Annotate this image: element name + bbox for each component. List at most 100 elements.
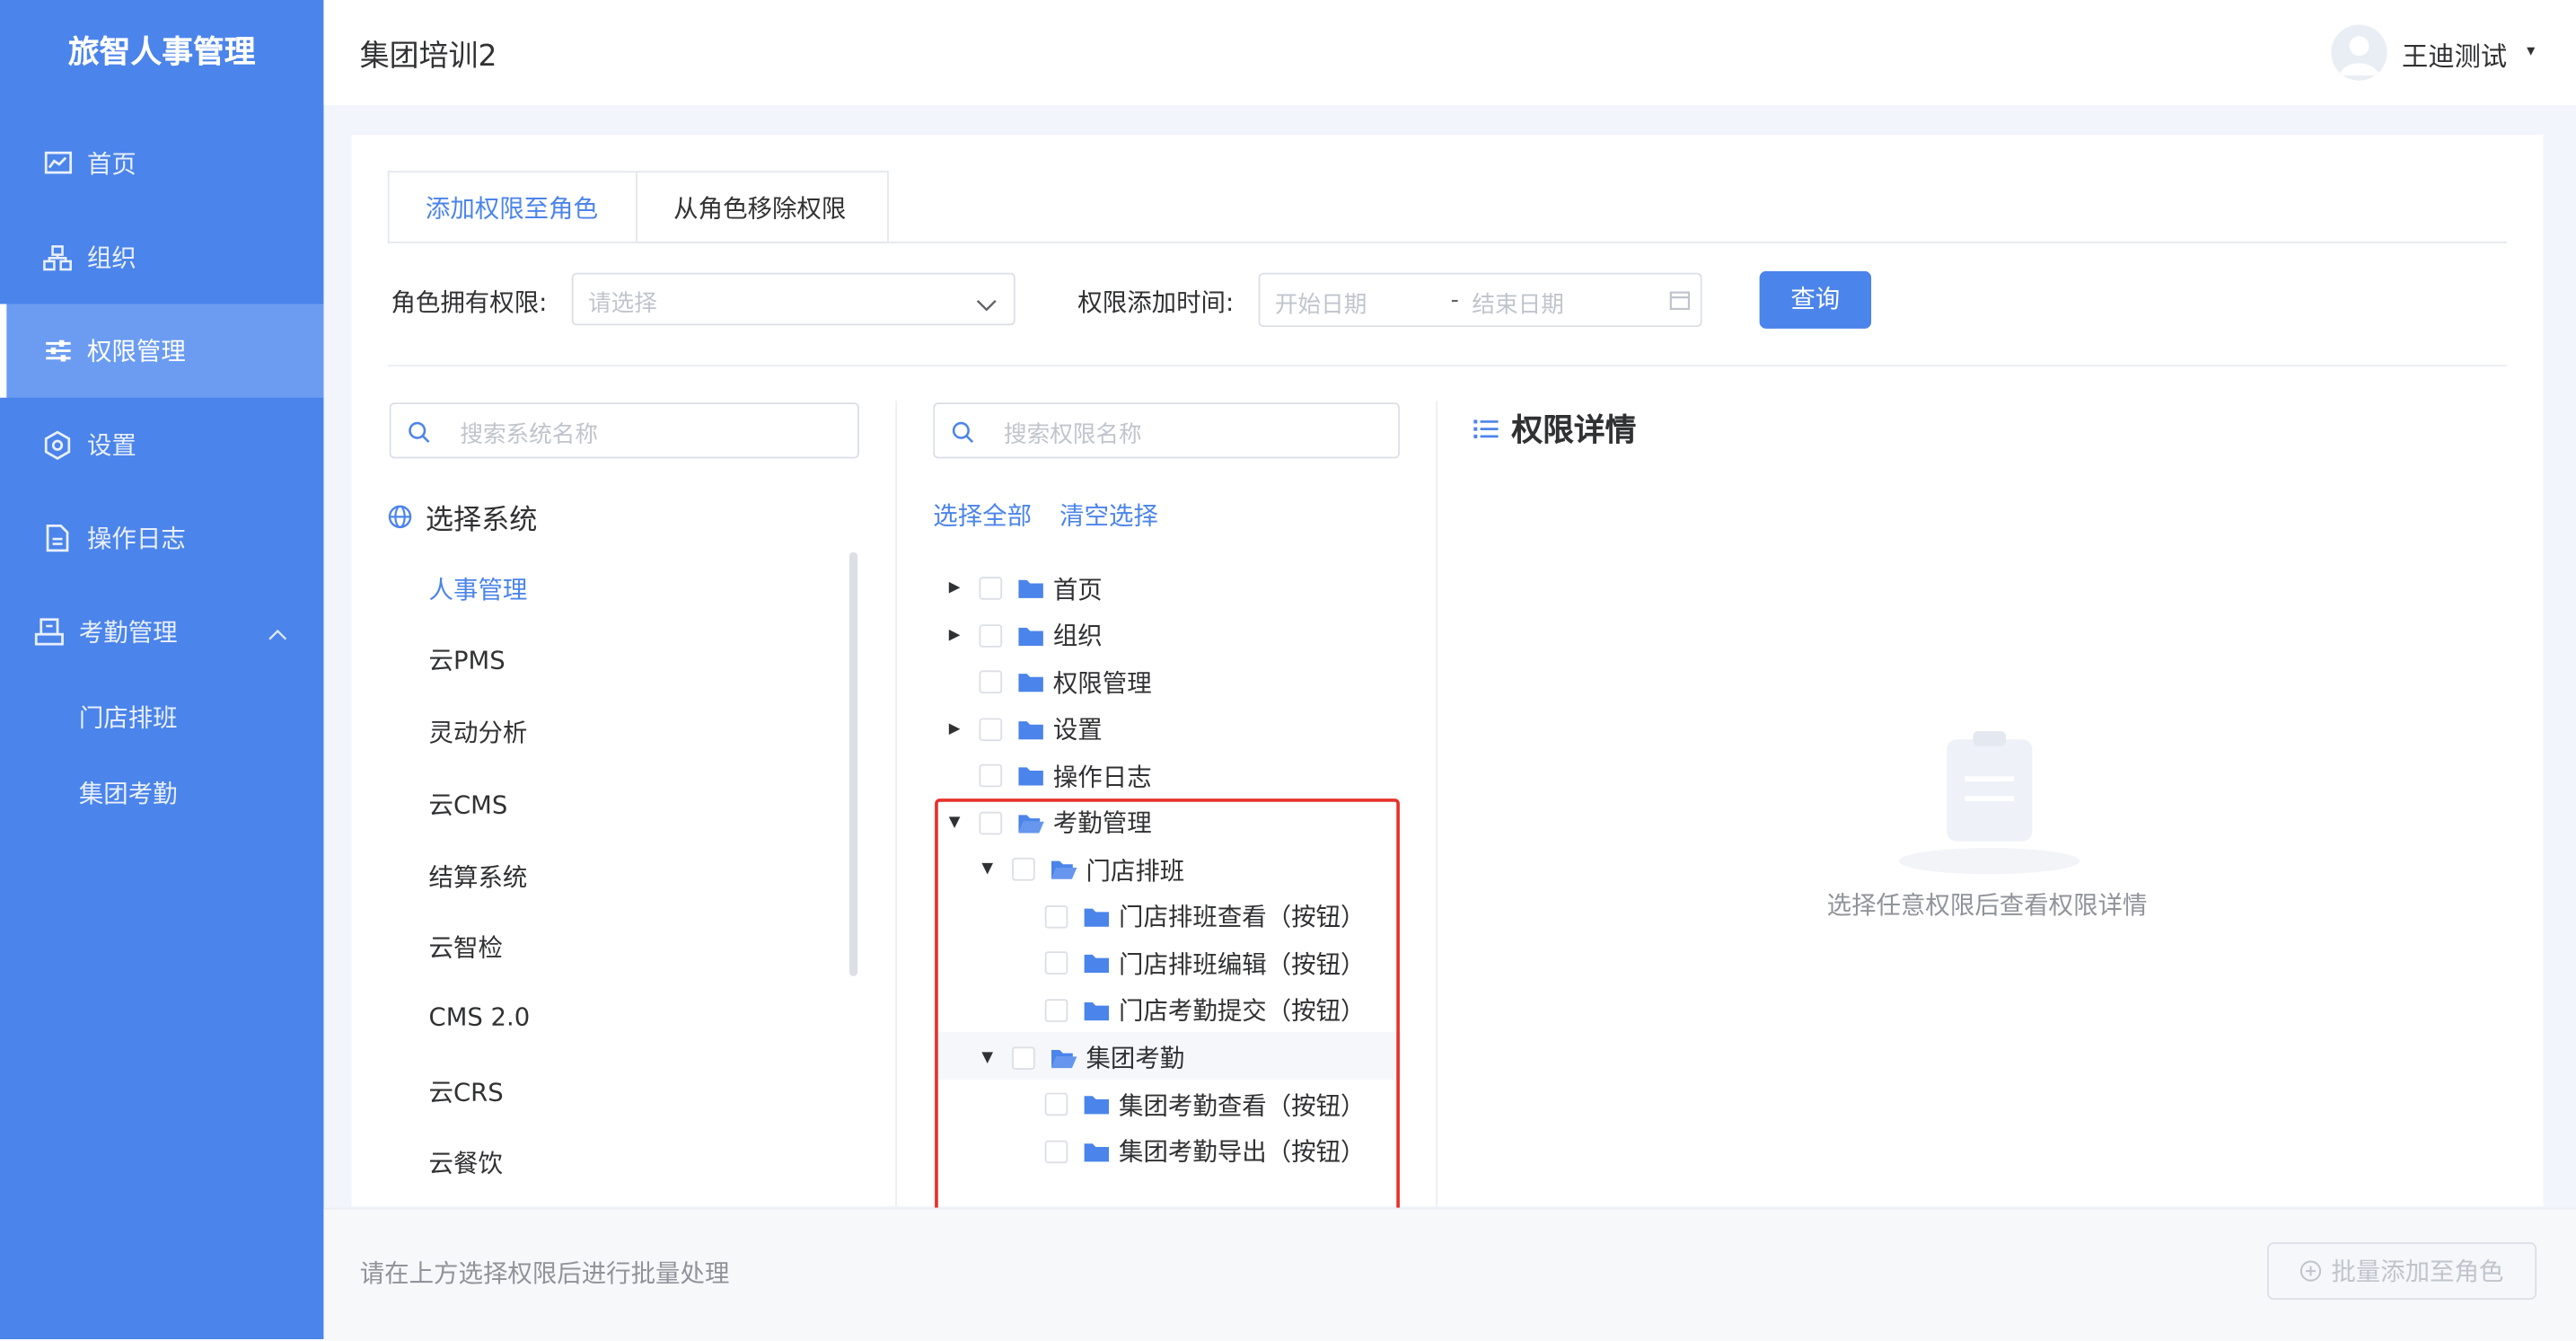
tree-node-label: 设置 [1052, 715, 1103, 745]
checkbox[interactable] [979, 670, 1003, 694]
tab-add-permission[interactable]: 添加权限至角色 [387, 171, 637, 243]
system-search-input[interactable]: 搜索系统名称 [389, 402, 859, 459]
tree-node[interactable]: 权限管理 [946, 659, 1152, 705]
list-icon [1473, 419, 1499, 438]
query-button[interactable]: 查询 [1759, 270, 1872, 329]
date-range-picker[interactable]: 开始日期 - 结束日期 [1258, 272, 1702, 328]
folder-icon [1017, 718, 1045, 741]
search-placeholder: 搜索系统名称 [460, 422, 599, 449]
sidebar-subitem-group-attendance[interactable]: 集团考勤 [79, 776, 178, 810]
folder-icon [1017, 671, 1045, 694]
sidebar-item-label: 操作日志 [86, 524, 186, 554]
chevron-down-icon [976, 287, 998, 319]
sidebar-item-label: 权限管理 [86, 337, 186, 366]
checkbox[interactable] [979, 623, 1003, 647]
select-all-link[interactable]: 选择全部 [933, 498, 1032, 532]
globe-icon [388, 505, 412, 529]
sidebar-item-org[interactable]: 组织 [0, 210, 323, 304]
caret-right-icon[interactable]: ▶ [946, 627, 963, 643]
column-divider [895, 401, 898, 1206]
column-divider [1436, 401, 1438, 1206]
page-title: 集团培训2 [359, 39, 497, 75]
system-item[interactable]: 灵动分析 [429, 715, 528, 749]
gear-icon [41, 428, 75, 462]
folder-icon [1017, 577, 1045, 600]
system-item[interactable]: 云智检 [429, 930, 503, 964]
start-date-input[interactable]: 开始日期 [1275, 287, 1367, 321]
batch-add-button[interactable]: 批量添加至角色 [2267, 1242, 2537, 1301]
search-icon [408, 419, 431, 451]
tree-node-label: 组织 [1052, 621, 1103, 651]
document-icon [41, 522, 75, 555]
footer-hint: 请在上方选择权限后进行批量处理 [359, 1258, 730, 1289]
detail-empty-text: 选择任意权限后查看权限详情 [1826, 890, 2148, 921]
detail-heading-text: 权限详情 [1511, 412, 1637, 449]
tree-node-label: 首页 [1052, 574, 1103, 604]
sidebar-item-label: 设置 [86, 430, 136, 461]
sidebar: 旅智人事管理 首页 组织 权限管理 设置 操作日志 考勤管理 门店排班 集团考勤 [0, 0, 324, 1340]
chevron-up-icon[interactable] [268, 617, 287, 647]
system-item[interactable]: CMS 2.0 [429, 1002, 531, 1032]
sidebar-item-attendance[interactable]: 考勤管理 [0, 585, 323, 678]
caret-right-icon[interactable]: ▶ [946, 580, 963, 596]
footer-bar: 请在上方选择权限后进行批量处理 批量添加至角色 [323, 1207, 2576, 1341]
search-placeholder: 搜索权限名称 [1003, 422, 1142, 449]
annotation-box [935, 798, 1400, 1222]
sidebar-item-label: 组织 [86, 243, 136, 273]
time-label: 权限添加时间: [1077, 287, 1235, 318]
system-item[interactable]: 云CMS [429, 787, 508, 821]
tree-node[interactable]: ▶ 首页 [946, 565, 1103, 611]
tree-node-label: 权限管理 [1052, 667, 1152, 698]
checkbox[interactable] [979, 577, 1003, 600]
tree-node-label: 操作日志 [1052, 762, 1152, 792]
select-placeholder: 请选择 [588, 290, 657, 318]
tree-node[interactable]: ▶ 设置 [946, 706, 1103, 752]
date-separator: - [1450, 287, 1459, 314]
top-header: 集团培训2 王迪测试 ▾ [323, 0, 2576, 106]
role-permission-label: 角色拥有权限: [391, 287, 548, 318]
folder-icon [1017, 764, 1045, 788]
permission-search-input[interactable]: 搜索权限名称 [933, 402, 1400, 459]
end-date-input[interactable]: 结束日期 [1472, 287, 1563, 321]
system-item[interactable]: 结算系统 [429, 860, 528, 894]
sidebar-item-log[interactable]: 操作日志 [0, 491, 323, 585]
clipboard-icon [1895, 729, 2083, 884]
sidebar-item-home[interactable]: 首页 [0, 117, 323, 210]
search-icon [951, 419, 974, 451]
main-card: 添加权限至角色 从角色移除权限 角色拥有权限: 请选择 权限添加时间: 开始日期… [351, 135, 2544, 1222]
tree-node[interactable]: 操作日志 [946, 753, 1152, 798]
system-list-scrollbar[interactable] [848, 551, 858, 976]
sidebar-item-settings[interactable]: 设置 [0, 398, 323, 491]
avatar[interactable] [2331, 24, 2387, 81]
app-root: 旅智人事管理 首页 组织 权限管理 设置 操作日志 考勤管理 门店排班 集团考勤… [0, 0, 2576, 1341]
caret-right-icon[interactable]: ▶ [946, 720, 963, 737]
system-heading: 选择系统 [388, 496, 538, 538]
chart-icon [41, 147, 75, 181]
system-heading-text: 选择系统 [425, 504, 538, 538]
checkbox[interactable] [979, 764, 1003, 788]
caret-down-icon[interactable]: ▾ [2527, 43, 2535, 61]
app-brand: 旅智人事管理 [67, 34, 256, 71]
system-item[interactable]: 云PMS [429, 642, 506, 676]
role-permission-select[interactable]: 请选择 [571, 272, 1015, 326]
tree-node[interactable]: ▶ 组织 [946, 613, 1103, 658]
calendar-icon [1669, 289, 1691, 317]
batch-add-label: 批量添加至角色 [2331, 1257, 2504, 1287]
tab-remove-permission[interactable]: 从角色移除权限 [636, 171, 889, 243]
user-name[interactable]: 王迪测试 [2402, 34, 2507, 74]
sidebar-subitem-store-schedule[interactable]: 门店排班 [79, 700, 178, 734]
system-item[interactable]: 云餐饮 [429, 1145, 503, 1179]
sidebar-item-label: 首页 [86, 149, 136, 180]
system-item[interactable]: 人事管理 [429, 572, 528, 606]
sidebar-item-label: 考勤管理 [78, 617, 178, 648]
plus-circle-icon [2299, 1260, 2322, 1282]
system-item[interactable]: 云CRS [429, 1074, 504, 1108]
org-icon [41, 241, 75, 274]
clear-selection-link[interactable]: 清空选择 [1059, 498, 1158, 532]
filter-divider [387, 365, 2508, 366]
checkbox[interactable] [979, 717, 1003, 741]
sliders-icon [41, 334, 75, 367]
sidebar-item-permissions[interactable]: 权限管理 [0, 304, 324, 398]
